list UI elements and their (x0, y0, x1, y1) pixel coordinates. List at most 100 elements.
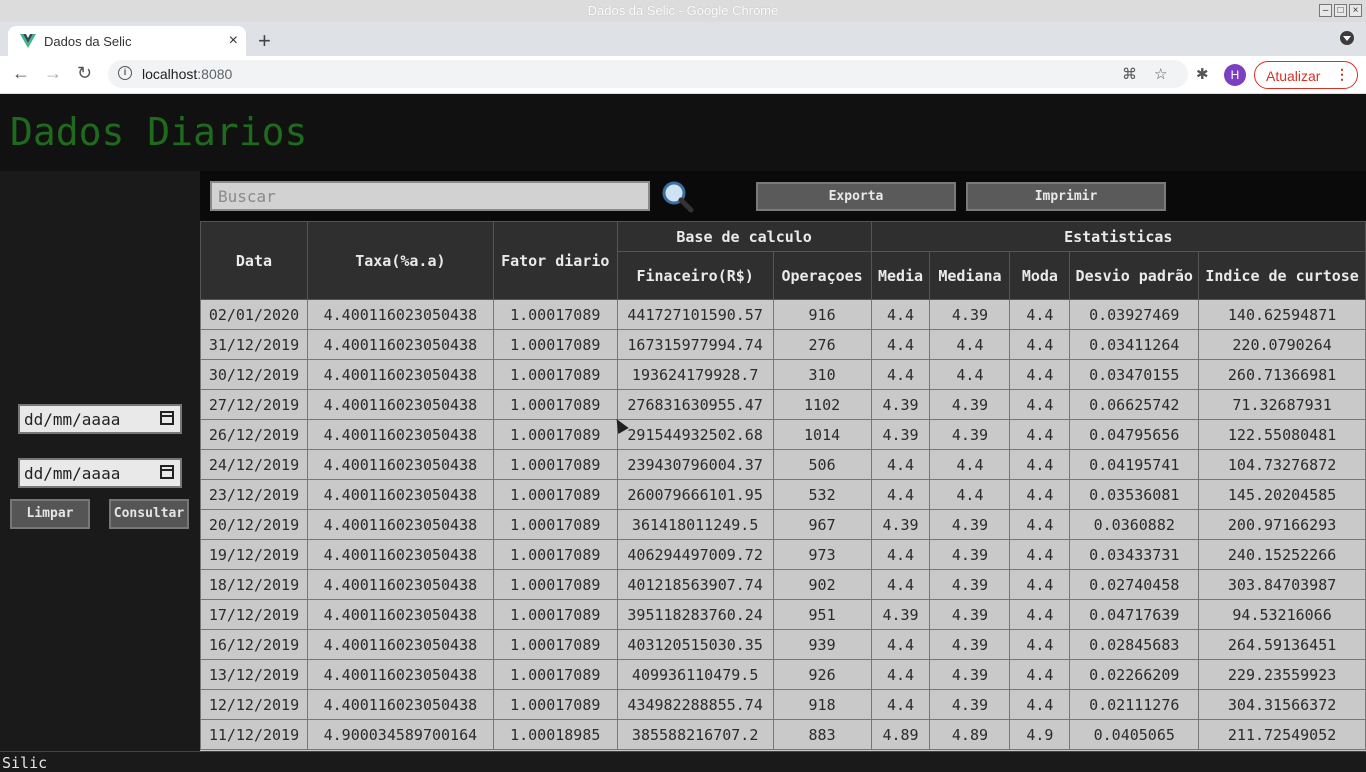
table-cell: 4.4 (929, 329, 1011, 360)
close-window-icon[interactable]: × (1349, 4, 1362, 17)
col-header-operacoes[interactable]: Operaçoes (772, 251, 872, 300)
table-row[interactable]: 17/12/2019 4.400116023050438 1.00017089 395… (200, 599, 1366, 630)
col-header-financeiro[interactable]: Finaceiro(R$) (616, 251, 774, 300)
table-row[interactable]: 27/12/2019 4.400116023050438 1.00017089 276… (200, 389, 1366, 420)
col-header-taxa[interactable]: Taxa(%a.a) (306, 221, 494, 300)
col-header-data[interactable]: Data (200, 221, 308, 300)
table-cell: 1.00018985 (492, 719, 618, 750)
table-cell: 4.400116023050438 (306, 599, 494, 630)
table-cell: 260079666101.95 (616, 479, 774, 510)
forward-icon[interactable]: → (44, 63, 62, 84)
table-cell: 385588216707.2 (616, 719, 774, 750)
table-row[interactable]: 23/12/2019 4.400116023050438 1.00017089 260… (200, 479, 1366, 510)
table-cell: 4.4 (1009, 539, 1071, 570)
bookmark-star-icon[interactable]: ☆ (1154, 65, 1167, 83)
table-cell: 926 (772, 659, 872, 690)
minimize-icon[interactable]: – (1319, 4, 1332, 17)
table-cell: 291544932502.68 (616, 419, 774, 450)
table-row[interactable]: 20/12/2019 4.400116023050438 1.00017089 361… (200, 509, 1366, 540)
filter-sidebar: dd/mm/aaaa dd/mm/aaaa Limpar Consultar (0, 171, 200, 751)
col-header-curtose[interactable]: Indice de curtose (1198, 251, 1366, 300)
table-cell: 0.02845683 (1069, 629, 1200, 660)
col-header-fator[interactable]: Fator diario (492, 221, 618, 300)
table-cell: 4.39 (929, 539, 1011, 570)
table-cell: 303.84703987 (1198, 569, 1366, 600)
data-table-container[interactable]: Data Taxa(%a.a) Fator diario Base de cal… (200, 221, 1366, 751)
table-cell: 4.400116023050438 (306, 689, 494, 720)
table-cell: 4.4 (1009, 659, 1071, 690)
calendar-icon[interactable] (160, 411, 174, 425)
maximize-icon[interactable]: □ (1334, 4, 1347, 17)
table-cell: 4.4 (929, 449, 1011, 480)
table-cell: 0.04795656 (1069, 419, 1200, 450)
table-row[interactable]: 13/12/2019 4.400116023050438 1.00017089 409… (200, 659, 1366, 690)
table-cell: 0.02266209 (1069, 659, 1200, 690)
table-toolbar: Buscar Exporta Imprimir (200, 171, 1366, 221)
table-row[interactable]: 26/12/2019 4.400116023050438 1.00017089 291… (200, 419, 1366, 450)
table-row[interactable]: 30/12/2019 4.400116023050438 1.00017089 193… (200, 359, 1366, 390)
tab-dados-da-selic[interactable]: Dados da Selic × (8, 26, 246, 56)
page: Dados Diarios dd/mm/aaaa dd/mm/aaaa Limp… (0, 94, 1366, 772)
url-text[interactable]: localhost:8080 (142, 66, 232, 82)
table-cell: 916 (772, 299, 872, 330)
table-cell: 4.400116023050438 (306, 299, 494, 330)
table-row[interactable]: 02/01/2020 4.400116023050438 1.00017089 441… (200, 299, 1366, 330)
reload-icon[interactable]: ↻ (77, 63, 92, 84)
date-from-value: dd/mm/aaaa (24, 410, 121, 429)
col-header-desvio[interactable]: Desvio padrão (1069, 251, 1200, 300)
translate-icon[interactable]: ⌘ (1122, 65, 1137, 83)
table-cell: 193624179928.7 (616, 359, 774, 390)
table-cell: 4.4 (929, 359, 1011, 390)
profile-avatar[interactable]: H (1224, 64, 1246, 86)
search-input[interactable]: Buscar (210, 181, 650, 211)
table-cell: 4.4 (870, 479, 931, 510)
table-cell: 16/12/2019 (200, 629, 308, 660)
address-bar[interactable]: i localhost:8080 ⌘ ☆ (108, 60, 1188, 88)
table-row[interactable]: 16/12/2019 4.400116023050438 1.00017089 403… (200, 629, 1366, 660)
table-cell: 240.15252266 (1198, 539, 1366, 570)
table-cell: 0.0360882 (1069, 509, 1200, 540)
table-cell: 229.23559923 (1198, 659, 1366, 690)
back-icon[interactable]: ← (12, 63, 30, 84)
site-info-icon[interactable]: i (118, 66, 132, 80)
table-cell: 27/12/2019 (200, 389, 308, 420)
date-from-input[interactable]: dd/mm/aaaa (18, 404, 182, 434)
table-cell: 4.400116023050438 (306, 539, 494, 570)
export-button[interactable]: Exporta (756, 182, 956, 211)
tab-search-icon[interactable] (1340, 31, 1354, 45)
calendar-icon[interactable] (160, 465, 174, 479)
col-header-media[interactable]: Media (870, 251, 931, 300)
table-cell: 406294497009.72 (616, 539, 774, 570)
table-cell: 4.4 (870, 629, 931, 660)
print-button[interactable]: Imprimir (966, 182, 1166, 211)
table-body: 02/01/2020 4.400116023050438 1.00017089 441… (200, 299, 1366, 750)
new-tab-button[interactable]: + (258, 28, 271, 54)
table-cell: 1102 (772, 389, 872, 420)
table-cell: 4.4 (1009, 569, 1071, 600)
table-row[interactable]: 24/12/2019 4.400116023050438 1.00017089 239… (200, 449, 1366, 480)
table-row[interactable]: 18/12/2019 4.400116023050438 1.00017089 401… (200, 569, 1366, 600)
col-header-mediana[interactable]: Mediana (929, 251, 1011, 300)
search-icon[interactable] (660, 179, 694, 213)
tab-close-icon[interactable]: × (229, 32, 238, 50)
table-cell: 11/12/2019 (200, 719, 308, 750)
table-cell: 4.39 (870, 509, 931, 540)
date-to-input[interactable]: dd/mm/aaaa (18, 458, 182, 488)
table-row[interactable]: 31/12/2019 4.400116023050438 1.00017089 167… (200, 329, 1366, 360)
table-cell: 260.71366981 (1198, 359, 1366, 390)
table-cell: 409936110479.5 (616, 659, 774, 690)
table-cell: 4.4 (1009, 509, 1071, 540)
tab-title: Dados da Selic (44, 34, 132, 49)
col-header-moda[interactable]: Moda (1009, 251, 1071, 300)
table-row[interactable]: 19/12/2019 4.400116023050438 1.00017089 406… (200, 539, 1366, 570)
clear-button[interactable]: Limpar (10, 499, 90, 529)
table-cell: 19/12/2019 (200, 539, 308, 570)
table-row[interactable]: 12/12/2019 4.400116023050438 1.00017089 434… (200, 689, 1366, 720)
query-button[interactable]: Consultar (109, 499, 189, 529)
table-cell: 967 (772, 509, 872, 540)
extensions-icon[interactable]: ✱ (1196, 65, 1209, 83)
table-cell: 4.4 (870, 359, 931, 390)
table-cell: 1.00017089 (492, 509, 618, 540)
table-row[interactable]: 11/12/2019 4.900034589700164 1.00018985 385… (200, 719, 1366, 750)
update-button[interactable]: Atualizar ⋮ (1254, 61, 1358, 89)
